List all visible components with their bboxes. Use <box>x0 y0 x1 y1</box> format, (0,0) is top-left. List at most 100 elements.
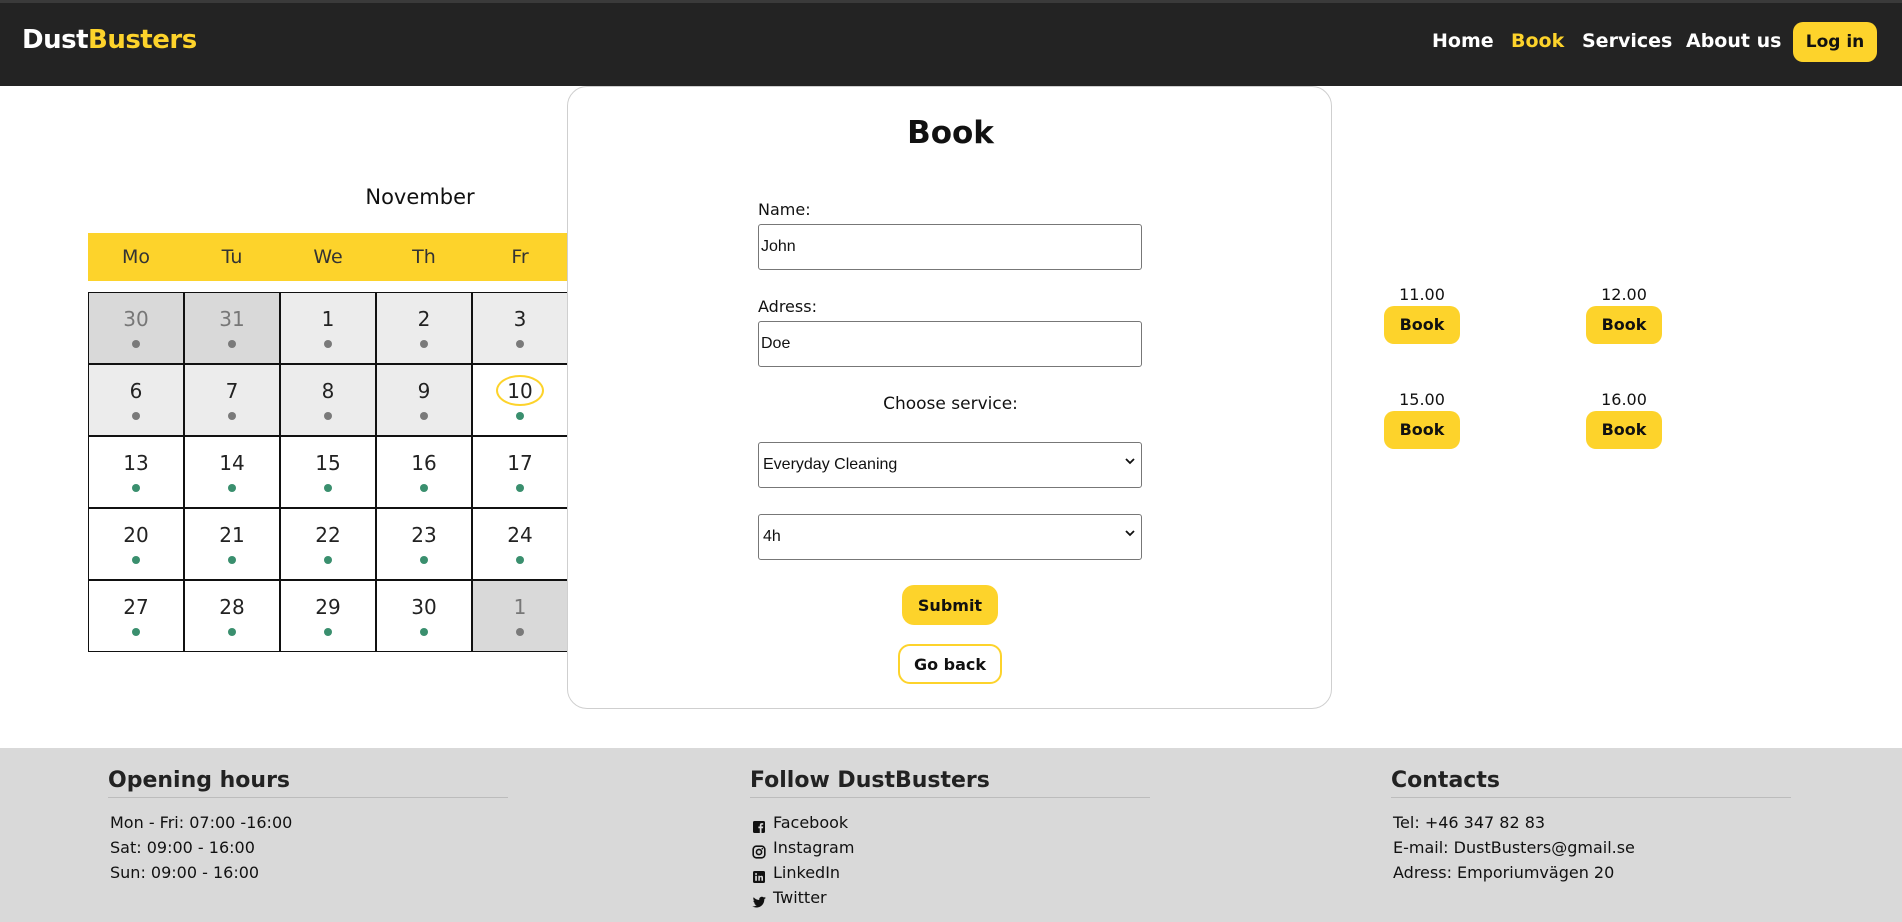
address-input[interactable] <box>758 321 1142 367</box>
availability-dot <box>132 484 140 492</box>
nav-book[interactable]: Book <box>1511 30 1564 52</box>
calendar-day[interactable]: 23 <box>376 508 472 580</box>
calendar-day[interactable]: 8 <box>280 364 376 436</box>
linkedin-icon <box>752 866 766 883</box>
slot-time: 12.00 <box>1601 285 1647 304</box>
availability-dot <box>420 484 428 492</box>
hours-line: Sat: 09:00 - 16:00 <box>110 838 255 857</box>
day-number: 15 <box>315 451 341 475</box>
logo[interactable]: DustBusters <box>22 25 197 55</box>
day-number: 8 <box>321 379 335 403</box>
availability-dot <box>516 556 524 564</box>
calendar-day[interactable]: 30 <box>376 580 472 652</box>
logo-part-dust: Dust <box>22 25 89 55</box>
go-back-button[interactable]: Go back <box>898 644 1002 684</box>
day-number: 17 <box>507 451 533 475</box>
calendar-day[interactable]: 13 <box>88 436 184 508</box>
calendar-day[interactable]: 7 <box>184 364 280 436</box>
twitter-link[interactable]: Twitter <box>752 885 1150 910</box>
day-number: 20 <box>123 523 149 547</box>
contact-email: E-mail: DustBusters@gmail.se <box>1393 838 1635 857</box>
availability-dot <box>324 628 332 636</box>
logo-part-busters: Busters <box>88 25 197 55</box>
calendar-month: November <box>365 185 475 209</box>
calendar-day[interactable]: 29 <box>280 580 376 652</box>
book-slot-button[interactable]: Book <box>1586 306 1662 344</box>
calendar-day[interactable]: 2 <box>376 292 472 364</box>
day-number: 30 <box>411 595 437 619</box>
availability-dot <box>420 412 428 420</box>
availability-dot <box>132 412 140 420</box>
calendar-day[interactable]: 22 <box>280 508 376 580</box>
weekday-th: Th <box>412 246 436 268</box>
availability-dot <box>324 412 332 420</box>
calendar-day[interactable]: 17 <box>472 436 568 508</box>
nav-about-us[interactable]: About us <box>1686 30 1781 52</box>
instagram-link[interactable]: Instagram <box>752 835 1150 860</box>
facebook-icon <box>752 816 766 833</box>
duration-select[interactable]: 4h <box>758 514 1142 560</box>
calendar-day[interactable]: 6 <box>88 364 184 436</box>
name-input[interactable] <box>758 224 1142 270</box>
instagram-label: Instagram <box>773 838 855 857</box>
time-slot: 11.00 Book <box>1382 285 1462 344</box>
hours-line: Sun: 09:00 - 16:00 <box>110 863 260 882</box>
calendar-day[interactable]: 20 <box>88 508 184 580</box>
availability-dot <box>516 628 524 636</box>
availability-dot <box>132 556 140 564</box>
calendar-day[interactable]: 16 <box>376 436 472 508</box>
day-number: 7 <box>225 379 239 403</box>
calendar-day[interactable]: 1 <box>472 580 568 652</box>
availability-dot <box>132 628 140 636</box>
calendar-day[interactable]: 27 <box>88 580 184 652</box>
time-slot: 12.00 Book <box>1584 285 1664 344</box>
day-number: 23 <box>411 523 437 547</box>
nav-home[interactable]: Home <box>1432 30 1494 52</box>
linkedin-link[interactable]: LinkedIn <box>752 860 1150 885</box>
calendar-day[interactable]: 30 <box>88 292 184 364</box>
follow-section: Follow DustBusters Facebook Instagram Li… <box>750 768 1150 910</box>
calendar-day-today[interactable]: 10 <box>472 364 568 436</box>
calendar-day[interactable]: 14 <box>184 436 280 508</box>
facebook-link[interactable]: Facebook <box>752 810 1150 835</box>
duration-select-value: 4h <box>763 528 781 545</box>
time-slot: 15.00 Book <box>1382 390 1462 449</box>
slot-time: 16.00 <box>1601 390 1647 409</box>
login-button[interactable]: Log in <box>1793 22 1877 62</box>
service-select[interactable]: Everyday Cleaning <box>758 442 1142 488</box>
hours-line: Mon - Fri: 07:00 -16:00 <box>110 813 293 832</box>
calendar-day[interactable]: 31 <box>184 292 280 364</box>
weekday-we: We <box>313 246 343 268</box>
day-number: 6 <box>129 379 143 403</box>
nav-services[interactable]: Services <box>1582 30 1672 52</box>
calendar-day[interactable]: 9 <box>376 364 472 436</box>
service-select-value: Everyday Cleaning <box>763 456 898 473</box>
day-number: 16 <box>411 451 437 475</box>
calendar-day[interactable]: 15 <box>280 436 376 508</box>
availability-dot <box>324 340 332 348</box>
contacts-title: Contacts <box>1391 768 1791 798</box>
availability-dot <box>228 556 236 564</box>
availability-dot <box>516 340 524 348</box>
calendar-day[interactable]: 28 <box>184 580 280 652</box>
weekday-mo: Mo <box>121 246 151 268</box>
calendar-day[interactable]: 1 <box>280 292 376 364</box>
calendar-day[interactable]: 24 <box>472 508 568 580</box>
name-label: Name: <box>758 200 811 219</box>
submit-button[interactable]: Submit <box>902 585 998 625</box>
day-number: 31 <box>219 307 245 331</box>
day-number: 21 <box>219 523 245 547</box>
availability-dot <box>228 412 236 420</box>
availability-dot <box>420 556 428 564</box>
day-number: 10 <box>507 379 533 403</box>
calendar-day[interactable]: 3 <box>472 292 568 364</box>
book-slot-button[interactable]: Book <box>1384 411 1460 449</box>
day-number: 22 <box>315 523 341 547</box>
chevron-down-icon <box>1125 455 1135 470</box>
book-slot-button[interactable]: Book <box>1586 411 1662 449</box>
day-number: 3 <box>513 307 527 331</box>
chevron-down-icon <box>1125 527 1135 542</box>
opening-hours-title: Opening hours <box>108 768 508 798</box>
book-slot-button[interactable]: Book <box>1384 306 1460 344</box>
calendar-day[interactable]: 21 <box>184 508 280 580</box>
